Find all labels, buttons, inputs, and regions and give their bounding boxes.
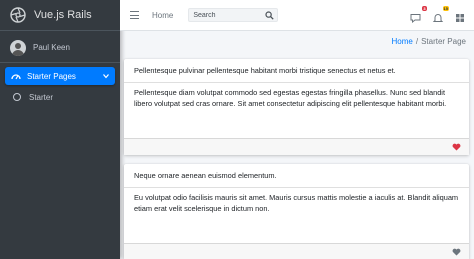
card-footer — [124, 243, 469, 259]
heart-icon[interactable] — [452, 248, 461, 256]
sidebar-item-starter[interactable]: Starter — [5, 88, 115, 106]
chevron-down-icon — [103, 74, 109, 79]
navbar-right: 3 15 — [400, 6, 466, 24]
sidebar: Vue.js Rails Paul Keen Starter Pages Sta… — [0, 0, 120, 259]
notifications-dropdown[interactable]: 15 — [432, 6, 449, 22]
card-body: Pellentesque diam volutpat commodo sed e… — [134, 88, 447, 108]
apps-grid-icon — [456, 14, 464, 22]
card-header: Pellentesque pulvinar pellentesque habit… — [124, 59, 469, 83]
messages-dropdown[interactable]: 3 — [410, 6, 427, 24]
messages-badge: 3 — [422, 6, 427, 11]
apps-dropdown[interactable] — [454, 10, 466, 22]
notifications-badge: 15 — [442, 6, 449, 11]
brand-logo-icon — [10, 7, 26, 23]
breadcrumb: Home / Starter Page — [392, 37, 467, 46]
sidebar-item-label: Starter Pages — [27, 71, 76, 81]
content-wrapper: Home / Starter Page Pellentesque pulvinar … — [120, 32, 474, 259]
sidebar-item-starter-pages[interactable]: Starter Pages — [5, 67, 115, 85]
circle-icon — [13, 93, 21, 101]
search-input[interactable] — [193, 11, 266, 19]
user-panel[interactable]: Paul Keen — [0, 35, 120, 63]
brand-name: Vue.js Rails — [34, 9, 92, 21]
avatar — [10, 39, 26, 56]
card: Neque ornare aenean euismod elementum. E… — [124, 164, 469, 259]
sidebar-item-label: Starter — [29, 92, 54, 102]
card-body: Eu volutpat odio facilisis mauris sit am… — [134, 193, 459, 213]
dashboard-icon — [11, 74, 21, 80]
top-navbar: Home 3 15 — [120, 0, 474, 31]
heart-icon[interactable] — [452, 143, 461, 151]
menu-toggle-icon[interactable] — [130, 11, 139, 19]
card: Pellentesque pulvinar pellentesque habit… — [124, 59, 469, 155]
bell-icon — [432, 14, 444, 22]
card-footer — [124, 138, 469, 155]
nav-home-link[interactable]: Home — [152, 11, 173, 20]
breadcrumb-home-link[interactable]: Home — [392, 37, 413, 46]
search-form — [188, 8, 279, 22]
comments-icon — [410, 14, 421, 24]
search-icon[interactable] — [265, 10, 275, 20]
brand-link[interactable]: Vue.js Rails — [0, 0, 120, 31]
breadcrumb-separator: / — [415, 37, 419, 46]
user-name[interactable]: Paul Keen — [33, 43, 70, 52]
sidebar-nav: Starter Pages Starter — [0, 67, 120, 106]
card-header: Neque ornare aenean euismod elementum. — [124, 164, 469, 188]
breadcrumb-current: Starter Page — [421, 37, 466, 46]
